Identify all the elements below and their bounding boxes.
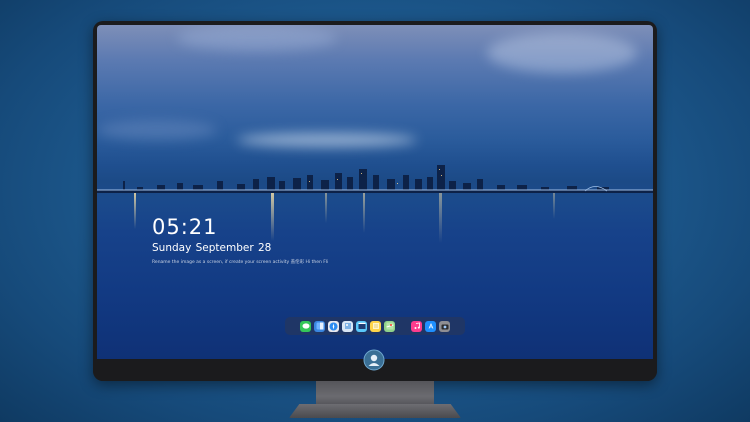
- messages-icon[interactable]: [300, 320, 311, 332]
- cloud: [177, 25, 337, 51]
- lock-clock: 05:21: [152, 215, 218, 239]
- cloud: [487, 33, 637, 73]
- water-reflection: [439, 193, 442, 243]
- water-reflection: [363, 193, 365, 233]
- desktop-screen[interactable]: 05:21 Sunday September 28 Rename the ima…: [97, 25, 653, 359]
- water-reflection: [271, 193, 274, 241]
- lock-hint: Rename the image as a screen, if create …: [152, 260, 329, 265]
- water-reflection: [134, 193, 136, 229]
- photos-icon[interactable]: [356, 320, 367, 332]
- cloud: [97, 120, 217, 140]
- cloud: [237, 133, 417, 147]
- monitor-base: [289, 404, 461, 418]
- finder-icon[interactable]: [314, 320, 325, 332]
- water-reflection: [325, 193, 327, 223]
- monitor-bezel: 05:21 Sunday September 28 Rename the ima…: [93, 21, 657, 381]
- horizon-line: [97, 189, 653, 191]
- music-icon[interactable]: [411, 320, 422, 332]
- maps-icon[interactable]: [384, 320, 395, 332]
- camera-icon[interactable]: [439, 320, 450, 332]
- brand-logo: [363, 349, 385, 371]
- safari-icon[interactable]: [328, 320, 339, 332]
- app-store-icon[interactable]: [425, 320, 436, 332]
- water-reflection: [553, 193, 555, 219]
- dock: [285, 317, 465, 335]
- lock-date: Sunday September 28: [152, 242, 272, 254]
- preview-icon[interactable]: [342, 320, 353, 332]
- notes-icon[interactable]: [370, 320, 381, 332]
